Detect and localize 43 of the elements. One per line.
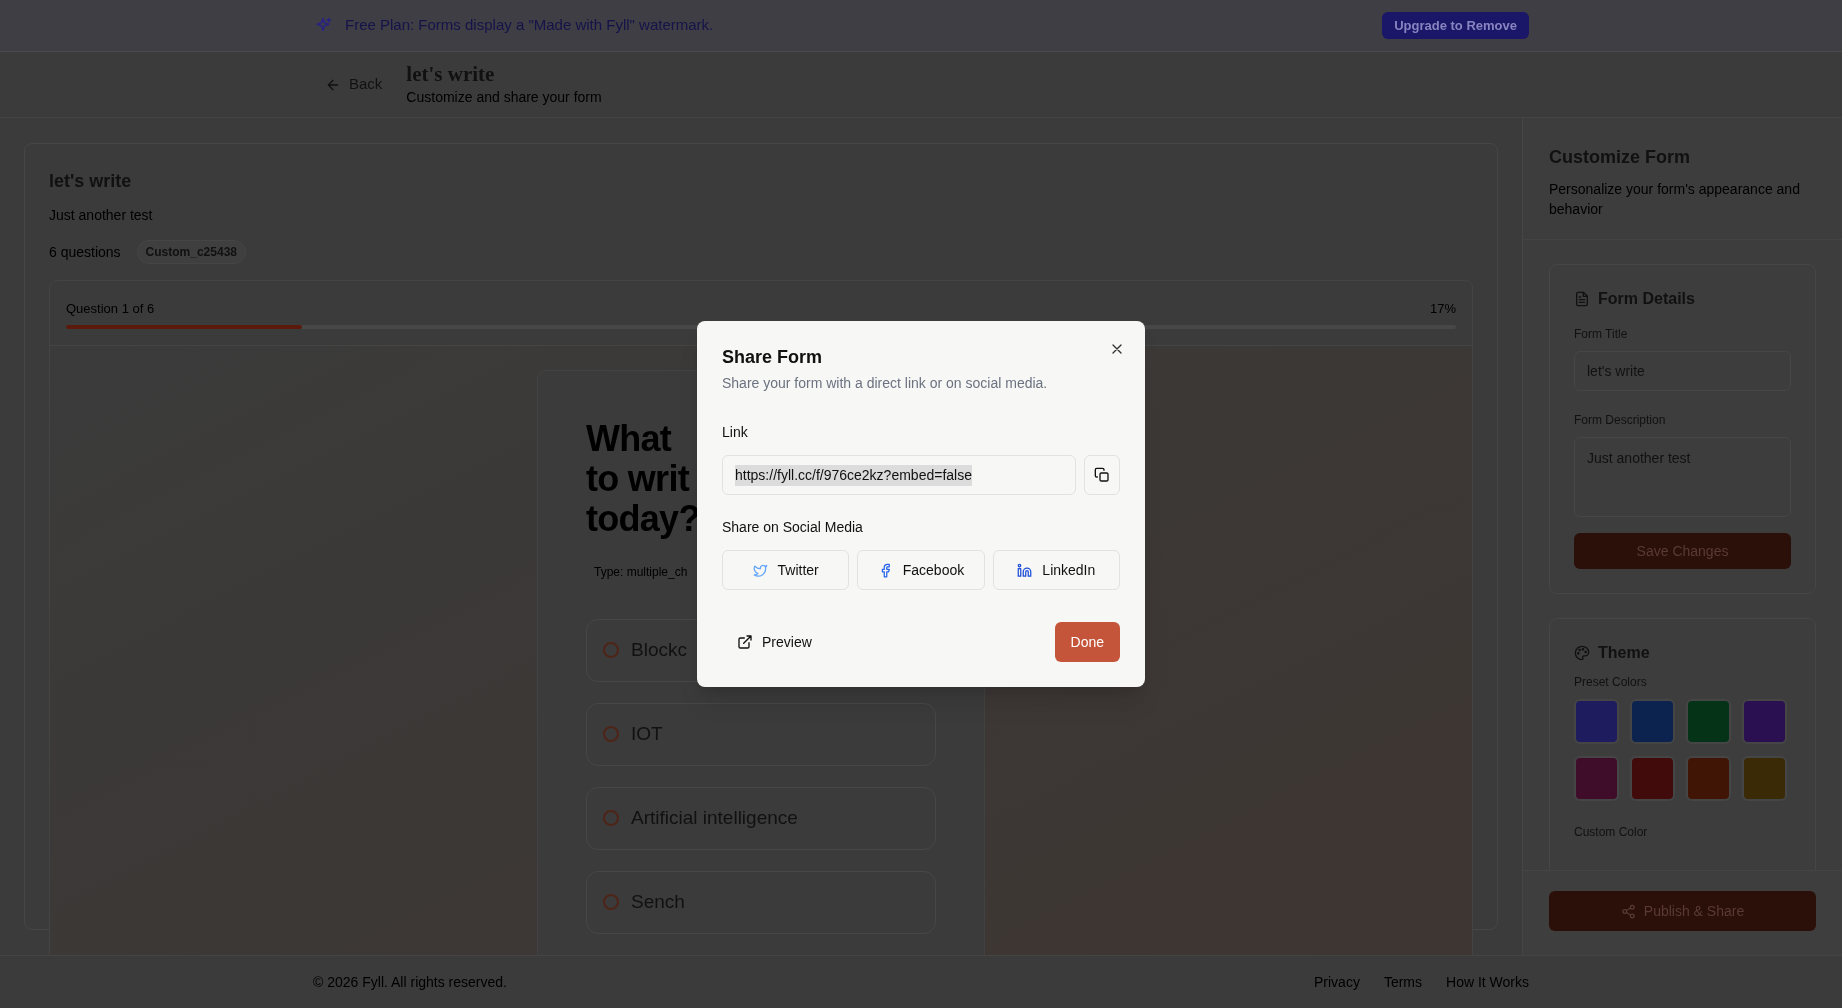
page-subtitle: Customize and share your form [406, 88, 602, 107]
radio-button[interactable] [603, 726, 619, 742]
upgrade-button[interactable]: Upgrade to Remove [1382, 12, 1529, 39]
color-swatch[interactable] [1630, 756, 1675, 801]
dialog-title: Share Form [722, 346, 823, 369]
bird-icon [752, 562, 768, 578]
done-button[interactable]: Done [1054, 622, 1120, 662]
color-swatch[interactable] [1574, 756, 1619, 801]
question-count: 6 questions [49, 242, 121, 262]
progress-percent: 17% [1429, 300, 1456, 318]
share-icon [1620, 903, 1636, 919]
share-button[interactable]: Twitter [722, 550, 850, 590]
palette-icon [1574, 645, 1590, 661]
question-text: What to writ today? [586, 418, 700, 539]
document-icon [1574, 291, 1590, 307]
share-button[interactable]: Facebook [857, 550, 985, 590]
color-swatch[interactable] [1686, 756, 1731, 801]
color-swatch[interactable] [1686, 699, 1731, 744]
external-link-icon [737, 634, 753, 650]
sidebar-description: Personalize your form's appearance and behavior [1549, 180, 1801, 219]
form-description: Just another test [49, 206, 154, 225]
footer-link[interactable]: How It Works [1446, 971, 1529, 993]
dialog-description: Share your form with a direct link or on social media. [722, 374, 1048, 393]
question-type: Type: multiple_ch [594, 563, 688, 581]
preview-button[interactable]: Preview [722, 622, 827, 662]
social-label: Share on Social Media [722, 518, 863, 537]
share-button[interactable]: LinkedIn [992, 550, 1120, 590]
radio-button[interactable] [603, 894, 619, 910]
color-swatch[interactable] [1630, 699, 1675, 744]
radio-button[interactable] [603, 810, 619, 826]
link-field[interactable]: https://fyll.cc/f/976ce2kz?embed=false [722, 455, 1076, 495]
footer-link[interactable]: Privacy [1314, 971, 1360, 993]
color-swatch[interactable] [1742, 756, 1787, 801]
linkedin-icon [1017, 562, 1033, 578]
copyright-text: © 2026 Fyll. All rights reserved. [313, 972, 507, 992]
color-swatch[interactable] [1742, 699, 1787, 744]
color-swatch[interactable] [1574, 699, 1619, 744]
link-label: Link [722, 423, 748, 442]
footer-link[interactable]: Terms [1383, 971, 1422, 993]
copy-button[interactable] [1084, 455, 1120, 495]
radio-button[interactable] [603, 642, 619, 658]
progress-label: Question 1 of 6 [66, 300, 155, 318]
copy-icon [1094, 467, 1110, 483]
